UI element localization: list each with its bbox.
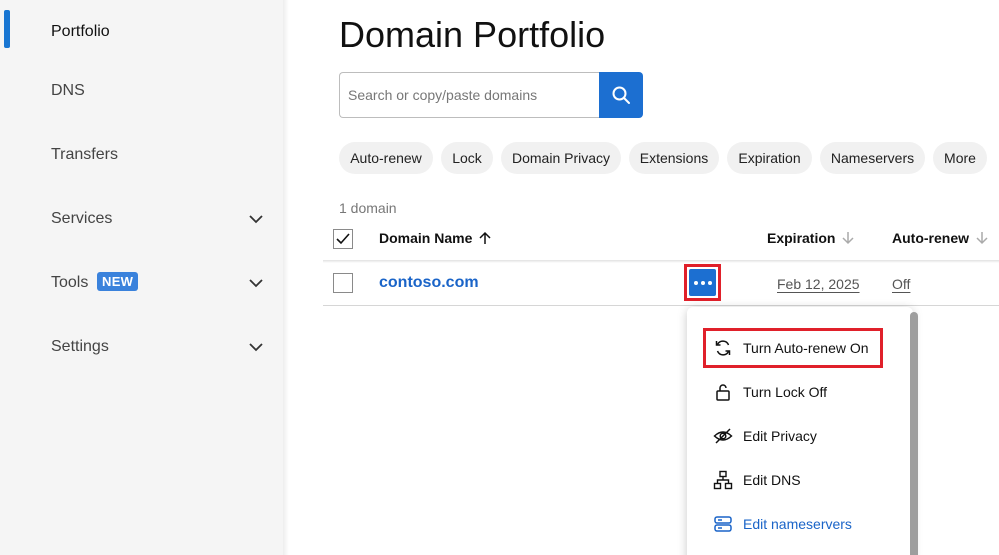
- column-header-label: Auto-renew: [892, 230, 969, 246]
- menu-item-edit-privacy[interactable]: Edit Privacy: [712, 421, 892, 451]
- menu-item-edit-nameservers[interactable]: Edit nameservers: [712, 509, 892, 539]
- menu-scrollbar[interactable]: [910, 312, 918, 555]
- domain-link[interactable]: contoso.com: [379, 274, 479, 292]
- auto-renew-status-link[interactable]: Off: [892, 276, 910, 292]
- dot: [693, 280, 698, 285]
- checkmark-icon: [336, 233, 350, 245]
- search-button[interactable]: [599, 72, 643, 118]
- new-badge: NEW: [97, 272, 139, 291]
- arrow-down-icon: [842, 232, 854, 245]
- sidebar-item-label: Tools: [51, 274, 89, 291]
- menu-item-label: Edit nameservers: [743, 516, 852, 532]
- menu-item-highlight: [703, 328, 883, 368]
- app-root: Portfolio DNS Transfers Services Tools N…: [0, 0, 999, 555]
- sidebar: Portfolio DNS Transfers Services Tools N…: [0, 0, 283, 555]
- sidebar-item-portfolio[interactable]: Portfolio: [0, 0, 283, 64]
- column-header-label: Domain Name: [379, 230, 473, 246]
- select-all-checkbox[interactable]: [333, 229, 353, 249]
- sidebar-item-label: Settings: [51, 338, 109, 355]
- dot: [707, 280, 712, 285]
- filter-chip-extensions[interactable]: Extensions: [629, 142, 719, 174]
- sidebar-item-label: Portfolio: [51, 23, 110, 40]
- row-actions-highlight: [684, 264, 721, 301]
- filter-chip-lock[interactable]: Lock: [441, 142, 493, 174]
- arrow-down-icon: [976, 232, 988, 245]
- column-header-auto-renew[interactable]: Auto-renew: [892, 230, 989, 246]
- filter-chip-more[interactable]: More: [933, 142, 987, 174]
- domain-count: 1 domain: [339, 200, 397, 216]
- sidebar-item-label: DNS: [51, 82, 85, 99]
- page-title: Domain Portfolio: [339, 14, 606, 55]
- menu-item-label: Edit Privacy: [743, 428, 817, 444]
- menu-item-edit-dns[interactable]: Edit DNS: [712, 465, 892, 495]
- column-header-expiration[interactable]: Expiration: [767, 230, 855, 246]
- filter-chip-auto-renew[interactable]: Auto-renew: [339, 142, 433, 174]
- filter-chip-domain-privacy[interactable]: Domain Privacy: [501, 142, 621, 174]
- menu-item-turn-lock-off[interactable]: Turn Lock Off: [712, 377, 892, 407]
- column-header-domain-name[interactable]: Domain Name: [379, 230, 492, 246]
- menu-item-label: Turn Lock Off: [743, 384, 828, 400]
- dot: [700, 280, 705, 285]
- sidebar-item-label: Services: [51, 210, 113, 227]
- filter-chip-expiration[interactable]: Expiration: [727, 142, 812, 174]
- server-icon: [712, 513, 734, 535]
- sidebar-item-dns[interactable]: DNS: [0, 59, 283, 123]
- chevron-down-icon: [249, 279, 263, 288]
- search-icon: [612, 86, 630, 104]
- sidebar-item-tools[interactable]: Tools NEW: [0, 251, 283, 315]
- sidebar-item-services[interactable]: Services: [0, 187, 283, 251]
- row-checkbox[interactable]: [333, 273, 353, 293]
- chevron-down-icon: [249, 215, 263, 224]
- menu-item-label: Edit DNS: [743, 472, 801, 488]
- sitemap-icon: [712, 469, 734, 491]
- eye-off-icon: [712, 425, 734, 447]
- expiration-date-link[interactable]: Feb 12, 2025: [777, 276, 860, 292]
- sidebar-item-label: Transfers: [51, 146, 118, 163]
- sidebar-item-settings[interactable]: Settings: [0, 315, 283, 379]
- sidebar-item-transfers[interactable]: Transfers: [0, 123, 283, 187]
- sidebar-divider: [283, 0, 289, 555]
- arrow-up-icon: [479, 231, 491, 244]
- search-input[interactable]: [339, 72, 599, 118]
- filter-chip-nameservers[interactable]: Nameservers: [820, 142, 925, 174]
- more-actions-button[interactable]: [689, 269, 716, 296]
- table-row-divider: [323, 305, 999, 306]
- table-header-divider: [323, 260, 999, 263]
- column-header-label: Expiration: [767, 230, 836, 246]
- chevron-down-icon: [249, 343, 263, 352]
- unlock-icon: [712, 381, 734, 403]
